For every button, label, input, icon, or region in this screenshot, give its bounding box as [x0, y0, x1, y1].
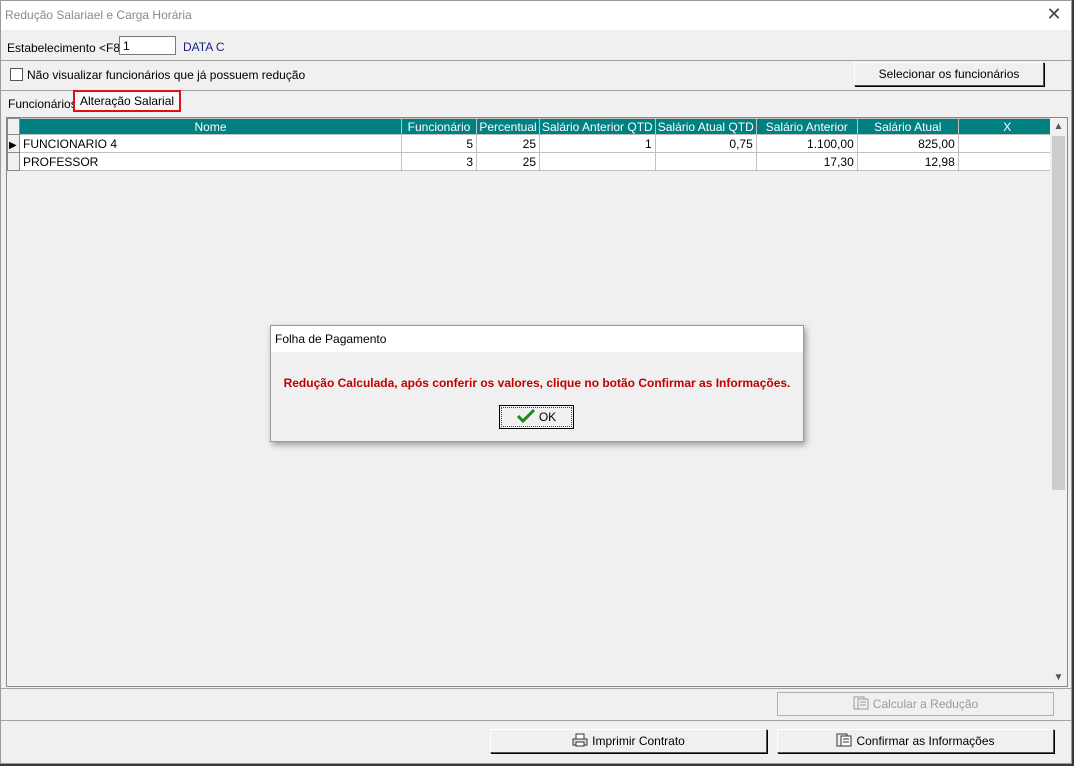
calculate-reduction-button[interactable]: Calcular a Redução — [777, 692, 1054, 716]
calculator-icon — [836, 733, 852, 750]
cell-salario-anterior-qtd[interactable]: 1 — [539, 134, 656, 153]
cell-salario-atual-qtd[interactable]: 0,75 — [654, 134, 757, 153]
cell-salario-atual-qtd[interactable] — [654, 152, 757, 171]
cell-salario-atual[interactable]: 12,98 — [856, 152, 959, 171]
scroll-up-icon[interactable]: ▲ — [1050, 118, 1067, 135]
row-indicator-header — [7, 118, 20, 135]
message-dialog: Folha de Pagamento Redução Calculada, ap… — [270, 325, 804, 442]
cell-percentual[interactable]: 25 — [476, 134, 540, 153]
establishment-input[interactable] — [119, 36, 176, 55]
main-window: Redução Salariael e Carga Horária ✕ Esta… — [0, 0, 1072, 764]
column-header-salario-anterior-qtd[interactable]: Salário Anterior QTD — [539, 118, 656, 135]
tab-alteracao-salarial[interactable]: Alteração Salarial — [73, 90, 182, 112]
focus-rect — [501, 407, 572, 427]
table-row[interactable]: ▶ FUNCIONARIO 4 5 25 1 0,75 1.100,00 825… — [7, 134, 1057, 153]
cell-salario-anterior[interactable]: 1.100,00 — [755, 134, 858, 153]
window-title: Redução Salariael e Carga Horária — [5, 8, 192, 22]
cell-nome[interactable]: PROFESSOR — [19, 152, 402, 171]
scroll-down-icon[interactable]: ▼ — [1050, 669, 1067, 686]
calculator-icon — [853, 696, 869, 713]
column-header-salario-anterior[interactable]: Salário Anterior — [755, 118, 858, 135]
printer-icon — [572, 733, 588, 750]
establishment-label: Estabelecimento <F8> — [7, 41, 128, 55]
no-reduction-label: Não visualizar funcionários que já possu… — [27, 68, 306, 82]
dialog-message: Redução Calculada, após conferir os valo… — [283, 376, 791, 390]
cell-funcionario[interactable]: 5 — [401, 134, 477, 153]
cell-salario-atual[interactable]: 825,00 — [856, 134, 959, 153]
column-header-salario-atual-qtd[interactable]: Salário Atual QTD — [654, 118, 757, 135]
print-contract-button[interactable]: Imprimir Contrato — [490, 729, 767, 753]
confirm-information-button[interactable]: Confirmar as Informações — [777, 729, 1054, 753]
column-header-funcionario[interactable]: Funcionário — [401, 118, 477, 135]
tab-funcionarios[interactable]: Funcionários — [8, 97, 77, 111]
title-bar: Redução Salariael e Carga Horária ✕ — [1, 1, 1071, 30]
vertical-scrollbar[interactable]: ▲ ▼ — [1050, 118, 1067, 686]
column-header-x[interactable]: X — [957, 118, 1057, 135]
calculate-reduction-label: Calcular a Redução — [872, 697, 979, 711]
divider — [1, 60, 1071, 61]
close-icon[interactable]: ✕ — [1045, 5, 1063, 23]
ok-button[interactable]: OK — [499, 405, 574, 429]
column-header-salario-atual[interactable]: Salário Atual — [856, 118, 959, 135]
cell-funcionario[interactable]: 3 — [401, 152, 477, 171]
cell-nome[interactable]: FUNCIONARIO 4 — [19, 134, 402, 153]
table-row[interactable]: PROFESSOR 3 25 17,30 12,98 — [7, 152, 1057, 171]
establishment-name: DATA C — [183, 40, 225, 54]
scroll-thumb[interactable] — [1052, 136, 1065, 490]
confirm-information-label: Confirmar as Informações — [856, 734, 995, 748]
select-employees-button[interactable]: Selecionar os funcionários — [854, 62, 1044, 86]
cell-salario-anterior[interactable]: 17,30 — [755, 152, 858, 171]
divider — [1, 688, 1071, 689]
select-employees-label: Selecionar os funcionários — [878, 67, 1020, 81]
cell-percentual[interactable]: 25 — [476, 152, 540, 171]
divider — [1, 720, 1071, 721]
grid-table: Nome Funcionário Percentual Salário Ante… — [7, 118, 1057, 171]
cell-salario-anterior-qtd[interactable] — [539, 152, 656, 171]
dialog-title: Folha de Pagamento — [271, 326, 803, 352]
print-contract-label: Imprimir Contrato — [592, 734, 685, 748]
column-header-nome[interactable]: Nome — [19, 118, 402, 135]
current-row-indicator-icon: ▶ — [7, 134, 20, 153]
row-indicator — [7, 152, 20, 171]
no-reduction-checkbox[interactable] — [10, 68, 23, 81]
column-header-percentual[interactable]: Percentual — [476, 118, 540, 135]
cell-x[interactable] — [957, 152, 1057, 171]
cell-x[interactable] — [957, 134, 1057, 153]
